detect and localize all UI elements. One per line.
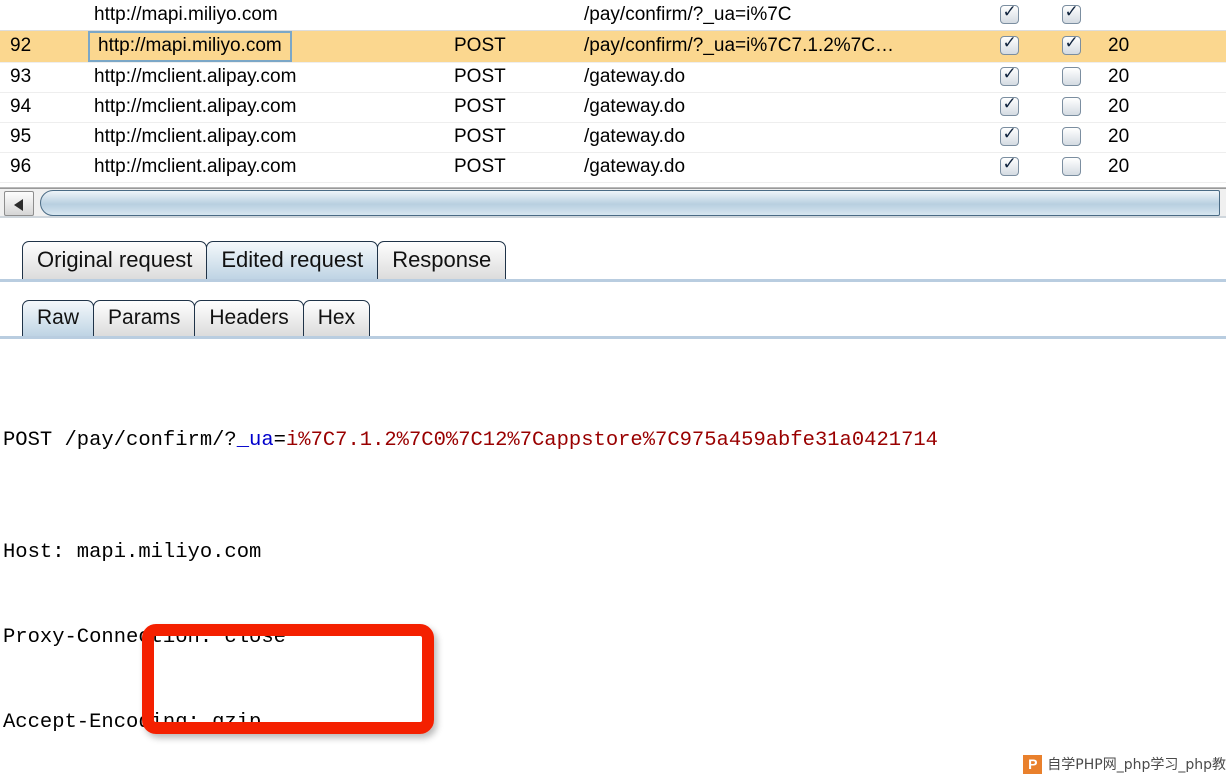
cell-params-checkbox[interactable] [978,122,1040,153]
message-tabs: Original request Edited request Response [22,241,507,279]
cell-host: http://mclient.alipay.com [88,122,448,153]
query-param-value: i%7C7.1.2%7C0%7C12%7Cappstore%7C975a459a… [285,428,938,452]
table-row-clipped[interactable]: http://mapi.miliyo.com /pay/confirm/?_ua… [0,0,1226,31]
raw-request-editor[interactable]: POST /pay/confirm/?_ua=i%7C7.1.2%7C0%7C1… [0,342,1226,740]
cell-host: http://mclient.alipay.com [88,92,448,123]
query-equals: = [273,428,286,452]
tab-original-request[interactable]: Original request [22,241,208,279]
cell-method: POST [448,92,578,123]
cell-edited-checkbox[interactable] [1040,30,1102,63]
cell-edited-checkbox[interactable] [1040,92,1102,123]
cell-number: 94 [0,92,88,123]
cell-edited-checkbox[interactable] [1040,152,1102,183]
header-accept-encoding: Accept-Encoding: gzip [3,710,262,734]
cell-path: /gateway.do [578,122,978,153]
cell-method: POST [448,152,578,183]
cell-host: http://mclient.alipay.com [88,62,448,93]
message-tabbar: Original request Edited request Response [0,226,1226,282]
params-checkbox-icon[interactable] [999,64,1019,87]
cell-edited-checkbox[interactable] [1040,122,1102,153]
cell-method [448,0,578,31]
cell-path: /gateway.do [578,62,978,93]
tab-edited-request[interactable]: Edited request [206,241,379,279]
cell-path: /pay/confirm/?_ua=i%7C7.1.2%7C… [578,30,978,63]
cell-time: 20 [1102,152,1226,183]
proxy-history-table-panel[interactable]: http://mapi.miliyo.com /pay/confirm/?_ua… [0,0,1226,188]
scroll-left-arrow-icon[interactable] [4,191,34,216]
edited-checkbox-icon[interactable] [1061,157,1081,177]
cell-number: 92 [0,30,88,63]
tab-params[interactable]: Params [93,300,196,336]
params-checkbox-icon[interactable] [999,94,1019,117]
edited-checkbox-icon[interactable] [1061,127,1081,147]
cell-path: /gateway.do [578,92,978,123]
cell-time: 20 [1102,30,1226,63]
cell-edited-checkbox[interactable] [1040,0,1102,31]
header-proxy-connection: Proxy-Connection: close [3,626,286,649]
cell-params-checkbox[interactable] [978,62,1040,93]
host-cell-focus-outline: http://mapi.miliyo.com [88,30,292,61]
watermark: P 自学PHP网_php学习_php教 [1023,754,1226,774]
cell-number: 96 [0,152,88,183]
params-checkbox-icon[interactable] [999,33,1019,56]
tab-headers[interactable]: Headers [194,300,304,336]
tab-raw[interactable]: Raw [22,300,95,336]
proxy-history-table[interactable]: http://mapi.miliyo.com /pay/confirm/?_ua… [0,0,1226,187]
request-method-path: POST /pay/confirm/? [3,428,237,452]
edited-checkbox-icon[interactable] [1061,97,1081,117]
cell-path: /gateway.do [578,152,978,183]
cell-host: http://mapi.miliyo.com [88,0,448,31]
table-row[interactable]: 96 http://mclient.alipay.com POST /gatew… [0,152,1226,183]
cell-method: POST [448,122,578,153]
header-host: Host: mapi.miliyo.com [3,541,262,565]
cell-time: 20 [1102,122,1226,153]
cell-number: 93 [0,62,88,93]
params-checkbox-icon[interactable] [999,2,1019,25]
edited-checkbox-icon[interactable] [1061,2,1081,25]
view-tabs: Raw Params Headers Hex [22,300,371,336]
edited-checkbox-icon[interactable] [1061,33,1081,56]
horizontal-scrollbar[interactable] [0,188,1226,218]
cell-time [1102,0,1226,31]
cell-time: 20 [1102,62,1226,93]
edited-checkbox-icon[interactable] [1061,67,1081,87]
params-checkbox-icon[interactable] [999,124,1019,147]
request-line: POST /pay/confirm/?_ua=i%7C7.1.2%7C0%7C1… [3,427,1226,455]
query-param-key: _ua [236,428,274,452]
view-tabbar: Raw Params Headers Hex [0,285,1226,339]
cell-params-checkbox[interactable] [978,152,1040,183]
tab-hex[interactable]: Hex [302,300,371,336]
cell-edited-checkbox[interactable] [1040,62,1102,93]
history-rows-body: http://mapi.miliyo.com /pay/confirm/?_ua… [0,0,1226,187]
params-checkbox-icon[interactable] [999,154,1019,177]
cell-number [0,0,88,31]
cell-path: /pay/confirm/?_ua=i%7C [578,0,978,31]
table-row[interactable]: 93 http://mclient.alipay.com POST /gatew… [0,62,1226,93]
watermark-text: 自学PHP网_php学习_php教 [1047,757,1226,773]
cell-host: http://mclient.alipay.com [88,152,448,183]
cell-method: POST [448,30,578,63]
table-row[interactable]: 94 http://mclient.alipay.com POST /gatew… [0,92,1226,123]
table-row[interactable]: 95 http://mclient.alipay.com POST /gatew… [0,122,1226,153]
table-row[interactable]: 92 http://mapi.miliyo.com POST /pay/conf… [0,30,1226,63]
cell-params-checkbox[interactable] [978,30,1040,63]
cell-time: 20 [1102,92,1226,123]
tab-response[interactable]: Response [377,241,507,279]
scrollbar-thumb[interactable] [40,190,1220,216]
cell-method: POST [448,62,578,93]
cell-host[interactable]: http://mapi.miliyo.com [88,30,448,63]
burp-proxy-window: http://mapi.miliyo.com /pay/confirm/?_ua… [0,0,1226,778]
watermark-logo-icon: P [1023,754,1043,774]
cell-params-checkbox[interactable] [978,92,1040,123]
cell-number: 95 [0,122,88,153]
cell-params-checkbox[interactable] [978,0,1040,31]
